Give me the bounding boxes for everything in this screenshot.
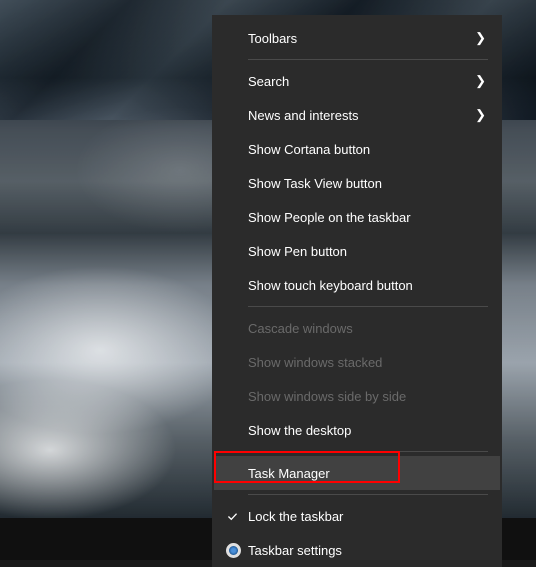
menu-item-label: Show People on the taskbar — [248, 210, 486, 225]
taskbar-context-menu: Toolbars❯Search❯News and interests❯Show … — [212, 15, 502, 567]
menu-item-label: Cascade windows — [248, 321, 486, 336]
menu-item-label: Show touch keyboard button — [248, 278, 486, 293]
menu-item-cascade-windows: Cascade windows — [214, 311, 500, 345]
menu-item-label: Show Pen button — [248, 244, 486, 259]
menu-item-show-pen[interactable]: Show Pen button — [214, 234, 500, 268]
menu-item-lock-taskbar[interactable]: Lock the taskbar — [214, 499, 500, 533]
menu-item-label: Search — [248, 74, 475, 89]
menu-separator — [248, 451, 488, 452]
menu-item-label: Toolbars — [248, 31, 475, 46]
menu-item-task-manager[interactable]: Task Manager — [214, 456, 500, 490]
menu-item-search[interactable]: Search❯ — [214, 64, 500, 98]
menu-item-show-people[interactable]: Show People on the taskbar — [214, 200, 500, 234]
menu-item-show-task-view[interactable]: Show Task View button — [214, 166, 500, 200]
menu-item-label: Task Manager — [248, 466, 486, 481]
menu-item-label: Show Task View button — [248, 176, 486, 191]
chevron-right-icon: ❯ — [475, 30, 486, 46]
menu-separator — [248, 494, 488, 495]
menu-separator — [248, 306, 488, 307]
menu-item-label: News and interests — [248, 108, 475, 123]
menu-item-taskbar-settings[interactable]: Taskbar settings — [214, 533, 500, 567]
check-icon — [226, 510, 248, 523]
chevron-right-icon: ❯ — [475, 73, 486, 89]
menu-item-show-stacked: Show windows stacked — [214, 345, 500, 379]
menu-item-label: Lock the taskbar — [248, 509, 486, 524]
menu-item-show-side-by-side: Show windows side by side — [214, 379, 500, 413]
menu-item-toolbars[interactable]: Toolbars❯ — [214, 21, 500, 55]
gear-icon — [226, 543, 248, 558]
chevron-right-icon: ❯ — [475, 107, 486, 123]
menu-item-label: Show Cortana button — [248, 142, 486, 157]
menu-separator — [248, 59, 488, 60]
menu-item-label: Show windows side by side — [248, 389, 486, 404]
menu-item-news-interests[interactable]: News and interests❯ — [214, 98, 500, 132]
menu-item-show-touch-keyboard[interactable]: Show touch keyboard button — [214, 268, 500, 302]
menu-item-label: Show the desktop — [248, 423, 486, 438]
menu-item-label: Show windows stacked — [248, 355, 486, 370]
menu-item-show-desktop[interactable]: Show the desktop — [214, 413, 500, 447]
menu-item-label: Taskbar settings — [248, 543, 486, 558]
menu-item-show-cortana[interactable]: Show Cortana button — [214, 132, 500, 166]
